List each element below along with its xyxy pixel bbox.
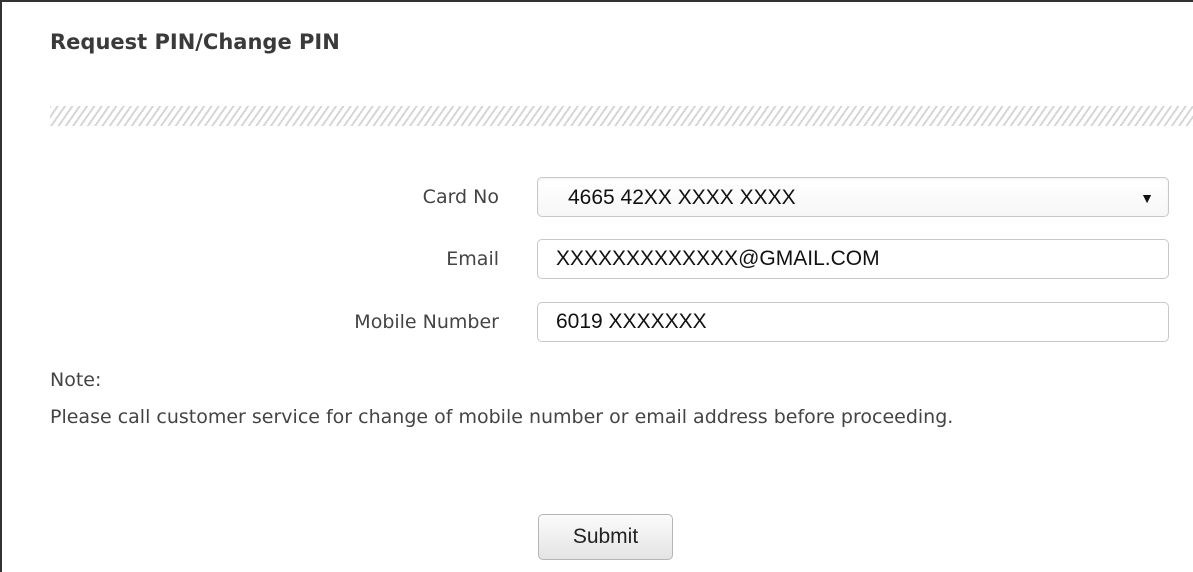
- mobile-number-label: Mobile Number: [354, 311, 499, 333]
- note-label: Note:: [50, 369, 102, 391]
- email-row: Email: [2, 239, 1193, 279]
- email-label: Email: [446, 248, 499, 270]
- mobile-number-row: Mobile Number: [2, 302, 1193, 342]
- dropdown-arrow-icon: ▼: [1140, 190, 1154, 206]
- card-number-select[interactable]: 4665 42XX XXXX XXXX ▼: [537, 177, 1169, 217]
- card-number-selected-value: 4665 42XX XXXX XXXX: [568, 186, 796, 209]
- striped-divider: [50, 106, 1193, 126]
- email-field[interactable]: [537, 239, 1169, 279]
- card-number-label: Card No: [422, 186, 499, 208]
- card-number-row: Card No 4665 42XX XXXX XXXX ▼: [2, 177, 1193, 217]
- page-title: Request PIN/Change PIN: [50, 30, 340, 54]
- page-frame: Request PIN/Change PIN Card No 4665 42XX…: [0, 0, 1193, 572]
- submit-button[interactable]: Submit: [538, 514, 673, 560]
- note-text: Please call customer service for change …: [50, 406, 954, 428]
- mobile-number-field[interactable]: [537, 302, 1169, 342]
